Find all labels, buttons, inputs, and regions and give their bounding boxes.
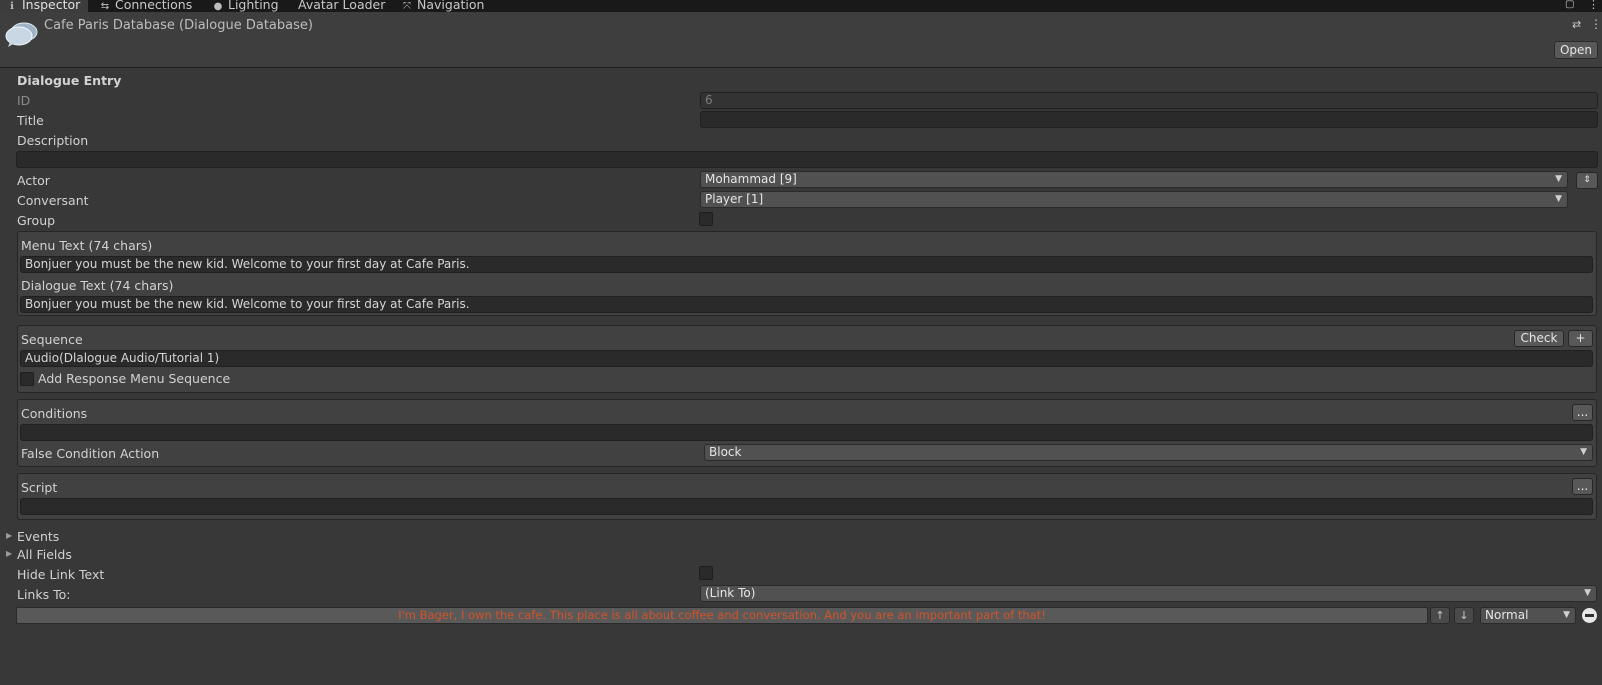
- move-up-icon[interactable]: ↑: [1430, 607, 1450, 624]
- add-response-menu-sequence-checkbox[interactable]: [20, 372, 34, 386]
- false-condition-action-label: False Condition Action: [21, 446, 160, 461]
- group-label: Group: [17, 213, 56, 228]
- events-foldout[interactable]: Events: [17, 529, 59, 544]
- info-icon: ℹ: [10, 1, 14, 12]
- dialogue-text-label: Dialogue Text (74 chars): [21, 278, 174, 293]
- sequence-field[interactable]: Audio(Dlalogue Audio/Tutorial 1): [20, 350, 1593, 367]
- all-fields-foldout[interactable]: All Fields: [17, 547, 72, 562]
- dialogue-text-field[interactable]: Bonjuer you must be the new kid. Welcome…: [20, 296, 1593, 313]
- links-to-dropdown[interactable]: (Link To) ▼: [700, 585, 1597, 602]
- false-condition-action-dropdown[interactable]: Block ▼: [704, 444, 1593, 461]
- conversant-dropdown[interactable]: Player [1] ▼: [700, 191, 1568, 208]
- group-checkbox[interactable]: [699, 212, 713, 226]
- conversant-label: Conversant: [17, 193, 89, 208]
- script-field[interactable]: [20, 498, 1593, 515]
- priority-value: Normal: [1485, 608, 1529, 622]
- add-response-menu-sequence-label: Add Response Menu Sequence: [38, 371, 231, 386]
- lightbulb-icon: ●: [213, 1, 223, 12]
- priority-dropdown[interactable]: Normal ▼: [1480, 607, 1576, 624]
- conditions-more-button[interactable]: ...: [1572, 404, 1593, 421]
- links-to-label: Links To:: [17, 587, 71, 602]
- hide-link-text-label: Hide Link Text: [17, 567, 105, 582]
- script-label: Script: [21, 480, 58, 495]
- dialogue-database-icon: [5, 22, 38, 47]
- conversant-value: Player [1]: [705, 192, 764, 206]
- remove-link-icon[interactable]: [1582, 608, 1597, 623]
- tab-navigation[interactable]: ⤧ Navigation: [401, 0, 484, 12]
- connections-icon: ⇆: [100, 1, 110, 12]
- section-title: Dialogue Entry: [17, 73, 122, 88]
- settings-sliders-icon[interactable]: ⇄: [1572, 18, 1581, 31]
- menu-text-label: Menu Text (74 chars): [21, 238, 153, 253]
- chevron-down-icon: ▼: [1555, 174, 1562, 184]
- context-menu-icon[interactable]: ⋮: [1590, 17, 1602, 31]
- sequence-label: Sequence: [21, 332, 83, 347]
- all-fields-foldout-icon[interactable]: ▶: [6, 549, 12, 558]
- tab-connections[interactable]: ⇆ Connections: [99, 0, 192, 12]
- id-field: 6: [700, 92, 1598, 109]
- id-label: ID: [17, 93, 31, 108]
- inspector-header: Cafe Paris Database (Dialogue Database) …: [0, 12, 1602, 68]
- menu-text-field[interactable]: Bonjuer you must be the new kid. Welcome…: [20, 256, 1593, 273]
- add-sequence-button[interactable]: +: [1568, 330, 1593, 347]
- open-button[interactable]: Open: [1554, 41, 1598, 59]
- title-field[interactable]: [700, 111, 1598, 128]
- conditions-label: Conditions: [21, 406, 88, 421]
- actor-dropdown[interactable]: Mohammad [9] ▼: [700, 171, 1568, 188]
- description-label: Description: [17, 133, 89, 148]
- move-down-icon[interactable]: ↓: [1454, 607, 1474, 624]
- script-more-button[interactable]: ...: [1572, 478, 1593, 495]
- inspector-title: Cafe Paris Database (Dialogue Database): [44, 18, 313, 33]
- chevron-down-icon: ▼: [1584, 588, 1591, 598]
- actor-label: Actor: [17, 173, 50, 188]
- links-to-value: (Link To): [705, 586, 756, 600]
- lock-icon[interactable]: ▢: [1565, 0, 1574, 12]
- tab-menu-icon[interactable]: ⋮: [1588, 0, 1599, 12]
- navigation-icon: ⤧: [403, 1, 411, 12]
- chevron-down-icon: ▼: [1555, 194, 1562, 204]
- false-condition-action-value: Block: [709, 445, 742, 459]
- link-entry-button[interactable]: I'm Bager, I own the cafe. This place is…: [16, 607, 1428, 624]
- actor-value: Mohammad [9]: [705, 172, 797, 186]
- description-field[interactable]: [16, 151, 1598, 168]
- chevron-down-icon: ▼: [1580, 447, 1587, 457]
- check-button[interactable]: Check: [1514, 330, 1564, 347]
- hide-link-text-checkbox[interactable]: [699, 566, 713, 580]
- actor-swap-button[interactable]: ⇕: [1576, 172, 1598, 189]
- tab-lighting[interactable]: ● Lighting: [212, 0, 279, 12]
- title-label: Title: [17, 113, 44, 128]
- events-foldout-icon[interactable]: ▶: [6, 531, 12, 540]
- chevron-down-icon: ▼: [1563, 610, 1570, 620]
- conditions-field[interactable]: [20, 424, 1593, 441]
- tab-avatar-loader[interactable]: Avatar Loader: [298, 0, 385, 12]
- tab-inspector[interactable]: ℹ Inspector: [0, 0, 88, 12]
- tab-bar: ℹ Inspector ⇆ Connections ● Lighting Avatar…: [0, 0, 1602, 12]
